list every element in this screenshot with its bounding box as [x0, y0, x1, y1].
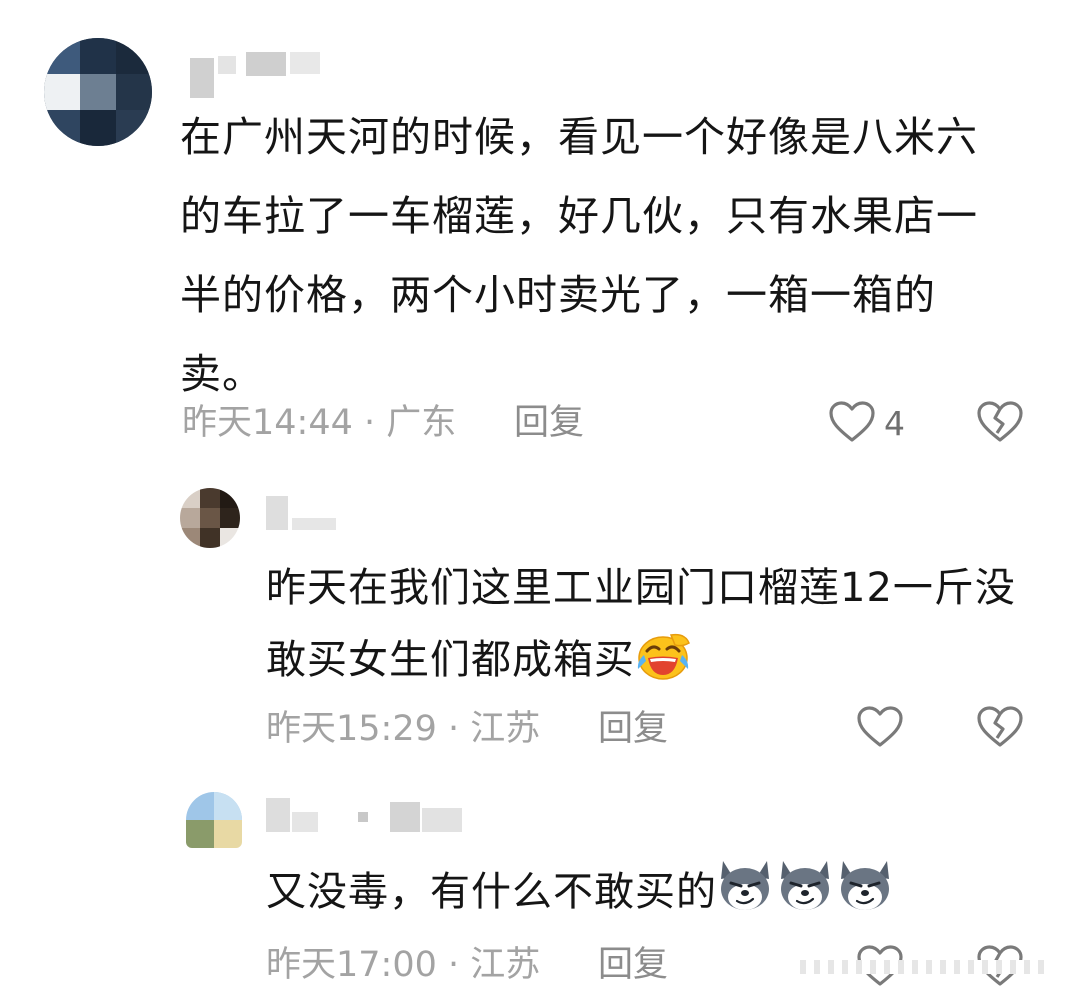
watermark — [800, 960, 1050, 974]
comment-text: 在广州天河的时候，看见一个好像是八米六的车拉了一车榴莲，好几伙，只有水果店一半的… — [180, 113, 978, 398]
username-blurred[interactable] — [266, 798, 496, 832]
comment-time-location: 昨天15:29 · 江苏 — [266, 709, 541, 749]
smirking-husky-icon — [717, 857, 897, 936]
comment-text-content: 又没毒，有什么不敢买的 — [266, 869, 717, 915]
avatar[interactable] — [44, 38, 152, 146]
heart-outline-icon[interactable] — [828, 400, 876, 444]
reply-button[interactable]: 回复 — [598, 707, 668, 751]
like-count: 4 — [884, 404, 905, 443]
broken-heart-icon[interactable] — [976, 400, 1024, 444]
comment-text: 又没毒，有什么不敢买的 — [266, 856, 1026, 936]
reply-button[interactable]: 回复 — [514, 401, 584, 445]
heart-outline-icon[interactable] — [856, 705, 904, 749]
avatar[interactable] — [180, 488, 240, 548]
username-blurred[interactable] — [266, 496, 356, 530]
comment-text: 昨天在我们这里工业园门口榴莲12一斤没敢买女生们都成箱买 — [266, 552, 1026, 704]
username-blurred[interactable] — [190, 52, 340, 98]
face-with-tears-of-joy-icon — [635, 631, 691, 704]
comment-time-location: 昨天14:44 · 广东 — [182, 403, 457, 443]
avatar[interactable] — [186, 792, 242, 848]
broken-heart-icon[interactable] — [976, 705, 1024, 749]
reply-button[interactable]: 回复 — [598, 943, 668, 987]
comment-time-location: 昨天17:00 · 江苏 — [266, 945, 541, 985]
